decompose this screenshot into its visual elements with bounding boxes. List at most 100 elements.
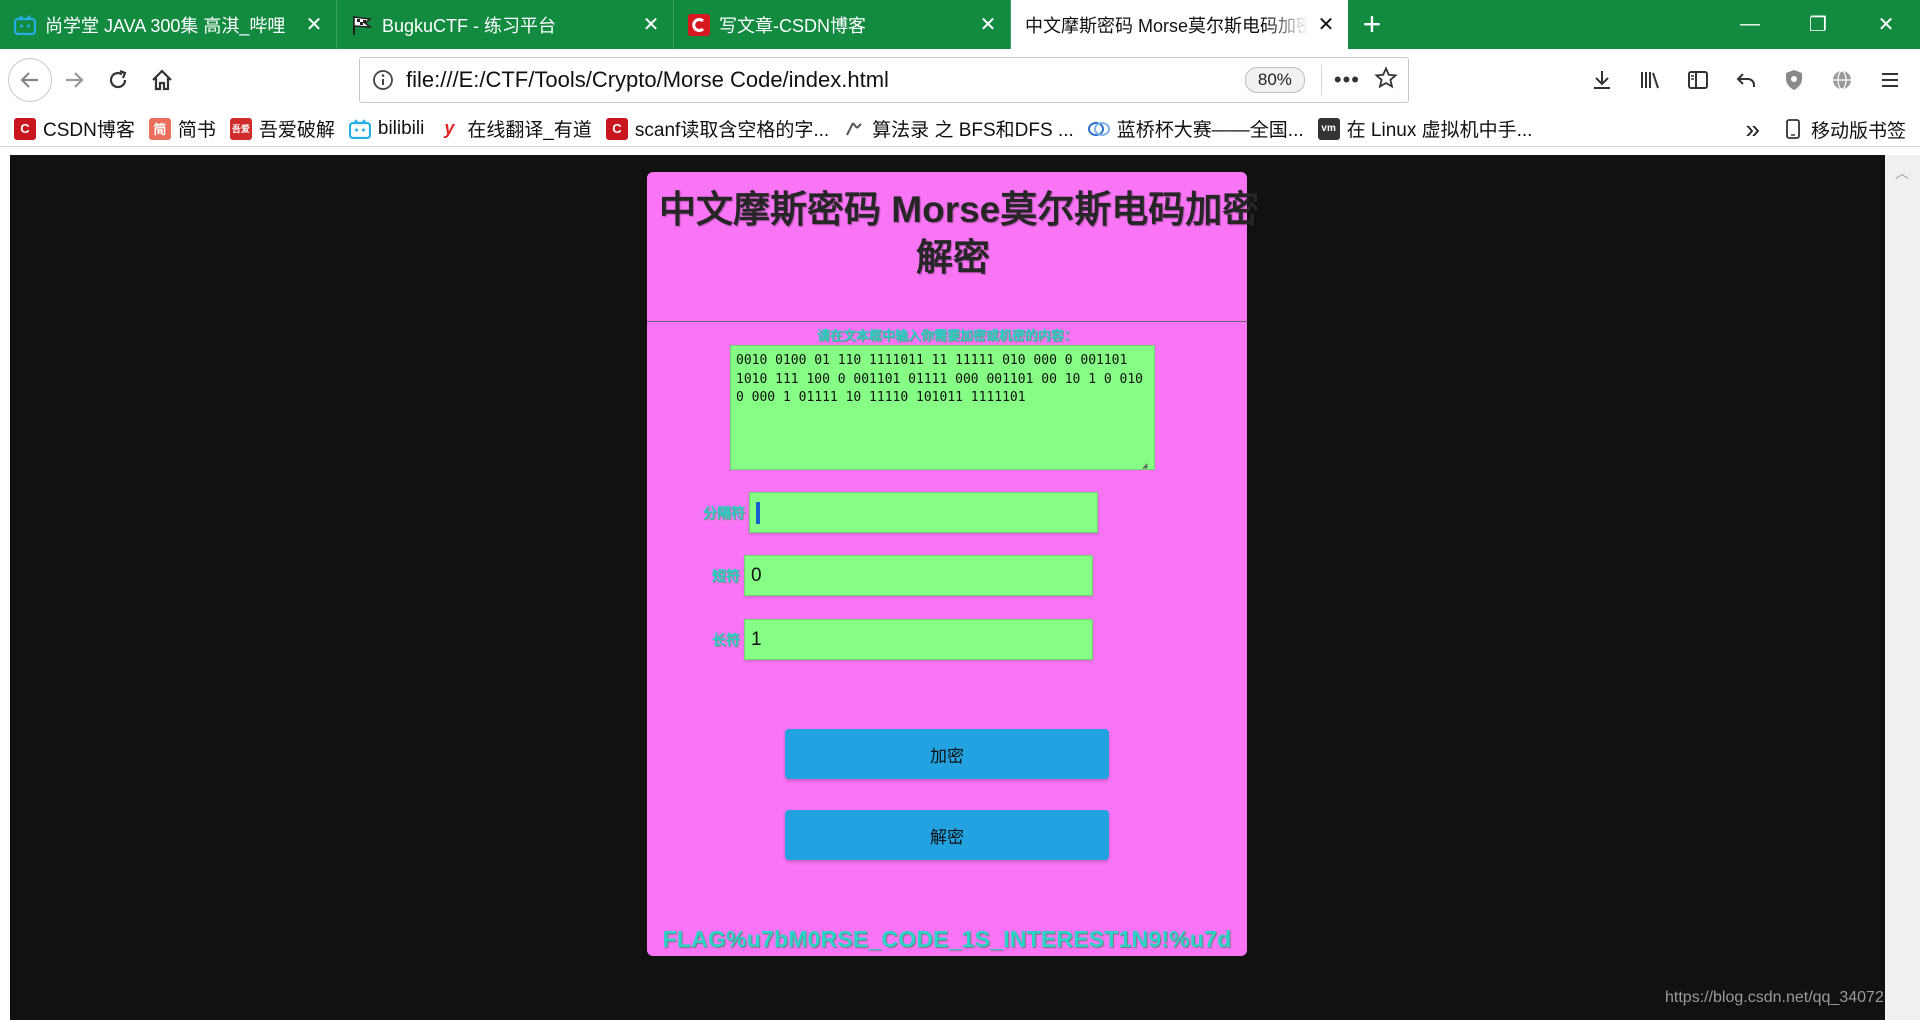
scroll-up-icon[interactable]: ︿ xyxy=(1895,163,1909,183)
vertical-scrollbar[interactable]: ︿ xyxy=(1885,155,1920,1020)
youdao-icon: y xyxy=(444,118,455,138)
new-tab-button[interactable]: + xyxy=(1348,0,1396,49)
cnblogs-icon xyxy=(843,118,865,140)
bookmark-label: 吾爱破解 xyxy=(258,120,335,141)
tab-bugkuctf[interactable]: BugkuCTF - 练习平台 ✕ xyxy=(337,0,674,49)
tab-title: 中文摩斯密码 Morse莫尔斯电码加密 xyxy=(1025,15,1308,36)
library-icon[interactable] xyxy=(1626,58,1674,102)
bookmark-52pojie[interactable]: 吾爱 吾爱破解 xyxy=(229,115,335,142)
shield-icon[interactable] xyxy=(1770,58,1818,102)
bookmark-youdao[interactable]: y 在线翻译_有道 xyxy=(438,115,592,142)
lanqiao-icon xyxy=(1087,118,1110,140)
tab-title: 尚学堂 JAVA 300集 高淇_哔哩 xyxy=(45,15,286,36)
short-row: 短符 0 xyxy=(712,555,1093,596)
bilibili-icon xyxy=(14,14,36,36)
toolbar-icons xyxy=(1578,58,1914,102)
flag-output: FLAG%u7bM0RSE_CODE_1S_INTEREST1N9!%u7d xyxy=(662,926,1232,952)
bookmark-bfs-dfs[interactable]: 算法录 之 BFS和DFS ... xyxy=(843,115,1074,142)
bookmark-label: 简书 xyxy=(177,120,216,141)
bookmark-star-icon[interactable] xyxy=(1374,65,1398,95)
short-label: 短符 xyxy=(712,567,740,584)
tab-title: BugkuCTF - 练习平台 xyxy=(382,15,557,36)
bookmark-linux-vm[interactable]: vm 在 Linux 虚拟机中手... xyxy=(1317,115,1533,142)
divider xyxy=(1320,65,1322,95)
bookmark-lanqiao[interactable]: 蓝桥杯大赛——全国... xyxy=(1087,115,1304,142)
window-controls: — ❐ ✕ xyxy=(1716,0,1920,49)
resize-grip-icon[interactable]: ◢ xyxy=(1142,457,1152,469)
address-bar[interactable]: file:///E:/CTF/Tools/Crypto/Morse Code/i… xyxy=(359,57,1409,103)
long-value: 1 xyxy=(751,628,762,650)
jianshu-icon: 简 xyxy=(148,117,171,140)
close-tab-icon[interactable]: ✕ xyxy=(641,15,661,35)
tab-csdn[interactable]: 写文章-CSDN博客 ✕ xyxy=(674,0,1011,49)
undo-icon[interactable] xyxy=(1722,58,1770,102)
separator-label: 分隔符 xyxy=(703,504,745,521)
bilibili-icon xyxy=(348,118,371,140)
short-input[interactable]: 0 xyxy=(744,555,1093,596)
bookmarks-right: » 移动版书签 xyxy=(1746,111,1906,147)
bookmark-label: 在 Linux 虚拟机中手... xyxy=(1346,120,1533,141)
arrow-left-icon xyxy=(20,72,38,88)
vmware-icon: vm xyxy=(1317,117,1340,140)
chevron-right-icon[interactable]: » xyxy=(1746,114,1760,145)
bookmark-bilibili[interactable]: bilibili xyxy=(348,117,425,140)
decrypt-button[interactable]: 解密 xyxy=(785,810,1109,860)
navigation-toolbar: file:///E:/CTF/Tools/Crypto/Morse Code/i… xyxy=(0,49,1920,111)
csdn-icon xyxy=(688,13,710,36)
forward-button[interactable] xyxy=(52,58,96,102)
flag-icon xyxy=(351,14,373,36)
bookmark-label: 移动版书签 xyxy=(1810,120,1906,142)
download-icon[interactable] xyxy=(1578,58,1626,102)
encrypt-button[interactable]: 加密 xyxy=(785,729,1109,779)
home-icon xyxy=(152,69,172,91)
csdn-icon: C xyxy=(14,117,36,140)
tab-strip: 尚学堂 JAVA 300集 高淇_哔哩 ✕ BugkuCTF - 练习平台 ✕ … xyxy=(0,0,1920,49)
52pojie-icon: 吾爱 xyxy=(229,117,252,140)
info-icon[interactable] xyxy=(360,69,406,91)
page-title-line2: 解密 xyxy=(916,237,990,278)
text-caret xyxy=(756,501,760,524)
menu-icon[interactable] xyxy=(1866,58,1914,102)
input-prompt: 请在文本框中输入你需要加密或机密的内容： xyxy=(816,328,1077,343)
long-input[interactable]: 1 xyxy=(744,619,1093,660)
home-button[interactable] xyxy=(140,58,184,102)
reload-button[interactable] xyxy=(96,58,140,102)
close-tab-icon[interactable]: ✕ xyxy=(978,15,998,35)
tab-title: 写文章-CSDN博客 xyxy=(719,15,866,36)
tab-bilibili[interactable]: 尚学堂 JAVA 300集 高淇_哔哩 ✕ xyxy=(0,0,337,49)
page-title: 中文摩斯密码 Morse莫尔斯电码加密 解密 xyxy=(647,172,1259,282)
csdn-icon: C xyxy=(605,117,628,140)
back-button[interactable] xyxy=(8,58,52,102)
bookmark-scanf[interactable]: C scanf读取含空格的字... xyxy=(605,115,830,142)
page-actions-icon[interactable]: ••• xyxy=(1334,67,1360,93)
watermark-text: https://blog.csdn.net/qq_34072526 xyxy=(1665,989,1885,1006)
bookmark-label: bilibili xyxy=(377,117,425,139)
close-tab-icon[interactable]: ✕ xyxy=(1316,15,1336,35)
tab-morse-active[interactable]: 中文摩斯密码 Morse莫尔斯电码加密 ✕ xyxy=(1011,0,1348,49)
bookmark-label: scanf读取含空格的字... xyxy=(634,120,830,141)
url-text[interactable]: file:///E:/CTF/Tools/Crypto/Morse Code/i… xyxy=(406,67,1245,93)
short-value: 0 xyxy=(751,564,762,586)
bookmark-csdn[interactable]: C CSDN博客 xyxy=(14,115,135,142)
bookmarks-toolbar: C CSDN博客 简 简书 吾爱 吾爱破解 bilibili y 在线翻译_有道… xyxy=(0,111,1920,147)
bookmark-label: 在线翻译_有道 xyxy=(467,120,592,141)
zoom-level-badge[interactable]: 80% xyxy=(1244,67,1305,93)
long-label: 长符 xyxy=(712,631,740,648)
bookmark-label: 算法录 之 BFS和DFS ... xyxy=(872,120,1074,141)
bookmark-jianshu[interactable]: 简 简书 xyxy=(148,115,216,142)
reload-icon xyxy=(109,69,127,89)
sidebar-icon[interactable] xyxy=(1674,58,1722,102)
page-viewport: 中文摩斯密码 Morse莫尔斯电码加密 解密 请在文本框中输入你需要加密或机密的… xyxy=(10,155,1885,1020)
restore-button[interactable]: ❐ xyxy=(1784,0,1852,49)
close-tab-icon[interactable]: ✕ xyxy=(304,15,324,35)
arrow-right-icon xyxy=(66,72,84,88)
mobile-bookmarks[interactable]: 移动版书签 xyxy=(1782,116,1906,143)
separator-row: 分隔符 xyxy=(703,492,1098,533)
separator-input[interactable] xyxy=(749,492,1098,533)
morse-textarea[interactable]: 0010 0100 01 110 1111011 11 11111 010 00… xyxy=(730,345,1155,470)
divider xyxy=(647,321,1247,322)
morse-panel: 中文摩斯密码 Morse莫尔斯电码加密 解密 请在文本框中输入你需要加密或机密的… xyxy=(647,172,1259,956)
minimize-button[interactable]: — xyxy=(1716,0,1784,49)
close-window-button[interactable]: ✕ xyxy=(1852,0,1920,49)
globe-icon[interactable] xyxy=(1818,58,1866,102)
